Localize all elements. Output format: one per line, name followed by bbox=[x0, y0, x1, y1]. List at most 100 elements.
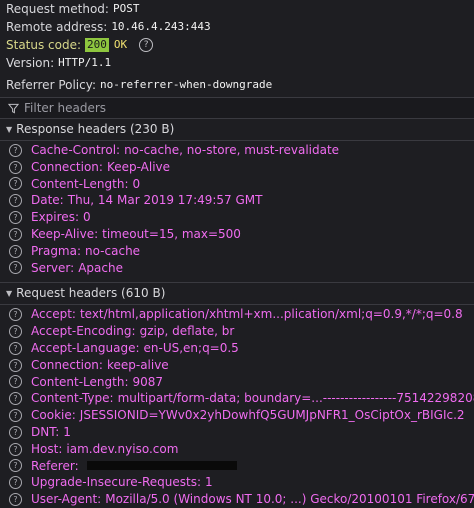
header-name: Accept-Encoding: bbox=[31, 324, 136, 339]
header-name: Server: bbox=[31, 260, 75, 275]
header-value: timeout=15, max=500 bbox=[102, 226, 241, 241]
header-value: Thu, 14 Mar 2019 17:49:57 GMT bbox=[67, 193, 263, 208]
header-row[interactable]: ? Accept-Encoding: gzip, deflate, br bbox=[0, 323, 474, 340]
status-code-label: Status code: bbox=[6, 38, 82, 52]
header-row[interactable]: ? Content-Length: 0 bbox=[0, 176, 474, 193]
request-headers-list: ? Accept: text/html,application/xhtml+xm..… bbox=[0, 305, 474, 508]
question-circle-icon[interactable]: ? bbox=[9, 392, 22, 406]
header-value: keep-alive bbox=[106, 357, 169, 372]
header-value: no-cache, no-store, must-revalidate bbox=[124, 143, 340, 157]
question-circle-icon[interactable]: ? bbox=[9, 325, 22, 339]
filter-placeholder: Filter headers bbox=[24, 101, 107, 115]
header-value: gzip, deflate, br bbox=[139, 324, 235, 339]
header-name: Content-Type: bbox=[31, 391, 114, 406]
header-name: Accept-Language: bbox=[31, 340, 140, 355]
request-method-value: POST bbox=[112, 2, 140, 15]
header-value: no-cache bbox=[85, 243, 141, 258]
header-value: Keep-Alive bbox=[106, 159, 171, 174]
triangle-down-icon: ▼ bbox=[6, 289, 13, 299]
header-name: Host: bbox=[31, 441, 63, 456]
question-circle-icon[interactable]: ? bbox=[9, 308, 22, 322]
header-row[interactable]: ? Accept: text/html,application/xhtml+xm..… bbox=[0, 306, 474, 323]
question-circle-icon[interactable]: ? bbox=[9, 244, 22, 258]
header-name: DNT: bbox=[31, 424, 60, 439]
header-row[interactable]: ? Server: Apache bbox=[0, 260, 474, 277]
referrer-policy-label: Referrer Policy: bbox=[6, 78, 96, 92]
referrer-policy-value: no-referrer-when-downgrade bbox=[100, 78, 273, 91]
header-name: Upgrade-Insecure-Requests: bbox=[31, 475, 202, 490]
header-row[interactable]: ? Accept-Language: en-US,en;q=0.5 bbox=[0, 340, 474, 357]
header-row[interactable]: ? Content-Length: 9087 bbox=[0, 374, 474, 391]
header-value: 1 bbox=[205, 475, 213, 490]
header-row[interactable]: ? Connection: Keep-Alive bbox=[0, 159, 474, 176]
request-method-label: Request method: bbox=[6, 2, 109, 16]
question-circle-icon[interactable]: ? bbox=[9, 358, 22, 372]
remote-address-label: Remote address: bbox=[6, 20, 108, 34]
header-value: iam.dev.nyiso.com bbox=[66, 441, 179, 456]
remote-address-value: 10.46.4.243:443 bbox=[111, 20, 211, 33]
request-headers-toggle[interactable]: ▼ Request headers (610 B) bbox=[0, 282, 474, 306]
header-name: Cookie: bbox=[31, 408, 76, 423]
header-row[interactable]: ? Keep-Alive: timeout=15, max=500 bbox=[0, 226, 474, 243]
version-row: Version: HTTP/1.1 bbox=[6, 54, 468, 72]
remote-address-row: Remote address: 10.46.4.243:443 bbox=[6, 18, 468, 36]
header-row[interactable]: ? Cookie: JSESSIONID=YWv0x2yhDowhfQ5GUMJpN… bbox=[0, 407, 474, 424]
header-row[interactable]: ? Content-Type: multipart/form-data; bound… bbox=[0, 390, 474, 407]
header-name: Date: bbox=[31, 193, 64, 208]
header-row[interactable]: ? Cache-Control: no-cache, no-store, must-… bbox=[0, 142, 474, 159]
header-value: en-US,en;q=0.5 bbox=[143, 340, 239, 355]
header-row[interactable]: ? Date: Thu, 14 Mar 2019 17:49:57 GMT bbox=[0, 192, 474, 209]
question-circle-icon[interactable]: ? bbox=[9, 409, 22, 423]
header-name: Pragma: bbox=[31, 243, 82, 258]
header-name: Connection: bbox=[31, 357, 103, 372]
header-row[interactable]: ? Referer: bbox=[0, 458, 474, 475]
header-name: Expires: bbox=[31, 210, 79, 225]
header-name: Accept: bbox=[31, 307, 76, 322]
status-text: OK bbox=[113, 38, 128, 51]
header-row[interactable]: ? Pragma: no-cache bbox=[0, 243, 474, 260]
question-circle-icon[interactable]: ? bbox=[9, 425, 22, 439]
header-name: Cache-Control: bbox=[31, 143, 121, 157]
header-value: text/html,application/xhtml+xm...plicati… bbox=[79, 307, 463, 322]
question-circle-icon[interactable]: ? bbox=[9, 160, 22, 174]
triangle-down-icon: ▼ bbox=[6, 125, 13, 134]
header-name: Referer: bbox=[31, 458, 79, 473]
header-value: Apache bbox=[78, 260, 123, 275]
header-value: 1 bbox=[63, 424, 71, 439]
question-circle-icon[interactable]: ? bbox=[9, 341, 22, 355]
header-row[interactable]: ? Host: iam.dev.nyiso.com bbox=[0, 441, 474, 458]
question-circle-icon[interactable]: ? bbox=[9, 211, 22, 225]
question-circle-icon[interactable]: ? bbox=[9, 375, 22, 389]
question-circle-icon[interactable]: ? bbox=[9, 261, 22, 275]
request-method-row: Request method: POST bbox=[6, 0, 468, 18]
question-circle-icon[interactable]: ? bbox=[9, 177, 22, 191]
response-headers-title: Response headers (230 B) bbox=[16, 122, 175, 136]
header-value: JSESSIONID=YWv0x2yhDowhfQ5GUMJpNFR1_OsCi… bbox=[79, 408, 465, 423]
header-value: 0 bbox=[132, 176, 141, 191]
referrer-policy-row: Referrer Policy: no-referrer-when-downgr… bbox=[6, 76, 468, 94]
redacted-value bbox=[86, 461, 237, 471]
question-circle-icon[interactable]: ? bbox=[9, 143, 22, 157]
header-row[interactable]: ? DNT: 1 bbox=[0, 424, 474, 441]
request-headers-title: Request headers (610 B) bbox=[16, 286, 166, 301]
summary-panel: Request method: POST Remote address: 10.… bbox=[0, 0, 474, 94]
version-label: Version: bbox=[6, 56, 55, 70]
question-circle-icon[interactable]: ? bbox=[9, 194, 22, 208]
response-headers-toggle[interactable]: ▼ Response headers (230 B) bbox=[0, 119, 474, 141]
header-name: Content-Length: bbox=[31, 374, 129, 389]
header-name: Connection: bbox=[31, 159, 103, 174]
header-row[interactable]: ? Expires: 0 bbox=[0, 209, 474, 226]
question-circle-icon[interactable]: ? bbox=[139, 38, 154, 52]
question-circle-icon[interactable]: ? bbox=[9, 442, 22, 456]
question-circle-icon[interactable]: ? bbox=[9, 459, 22, 473]
header-name: Content-Length: bbox=[31, 176, 129, 191]
question-circle-icon[interactable]: ? bbox=[9, 227, 22, 241]
header-value: 0 bbox=[82, 210, 91, 225]
header-name: Keep-Alive: bbox=[31, 226, 99, 241]
header-row[interactable]: ? Connection: keep-alive bbox=[0, 357, 474, 374]
filter-headers-input[interactable]: Filter headers bbox=[0, 97, 474, 119]
header-value: multipart/form-data; boundary=...-------… bbox=[117, 391, 474, 406]
question-circle-icon[interactable]: ? bbox=[9, 476, 22, 490]
version-value: HTTP/1.1 bbox=[58, 56, 112, 69]
header-row[interactable]: ? Upgrade-Insecure-Requests: 1 bbox=[0, 474, 474, 491]
